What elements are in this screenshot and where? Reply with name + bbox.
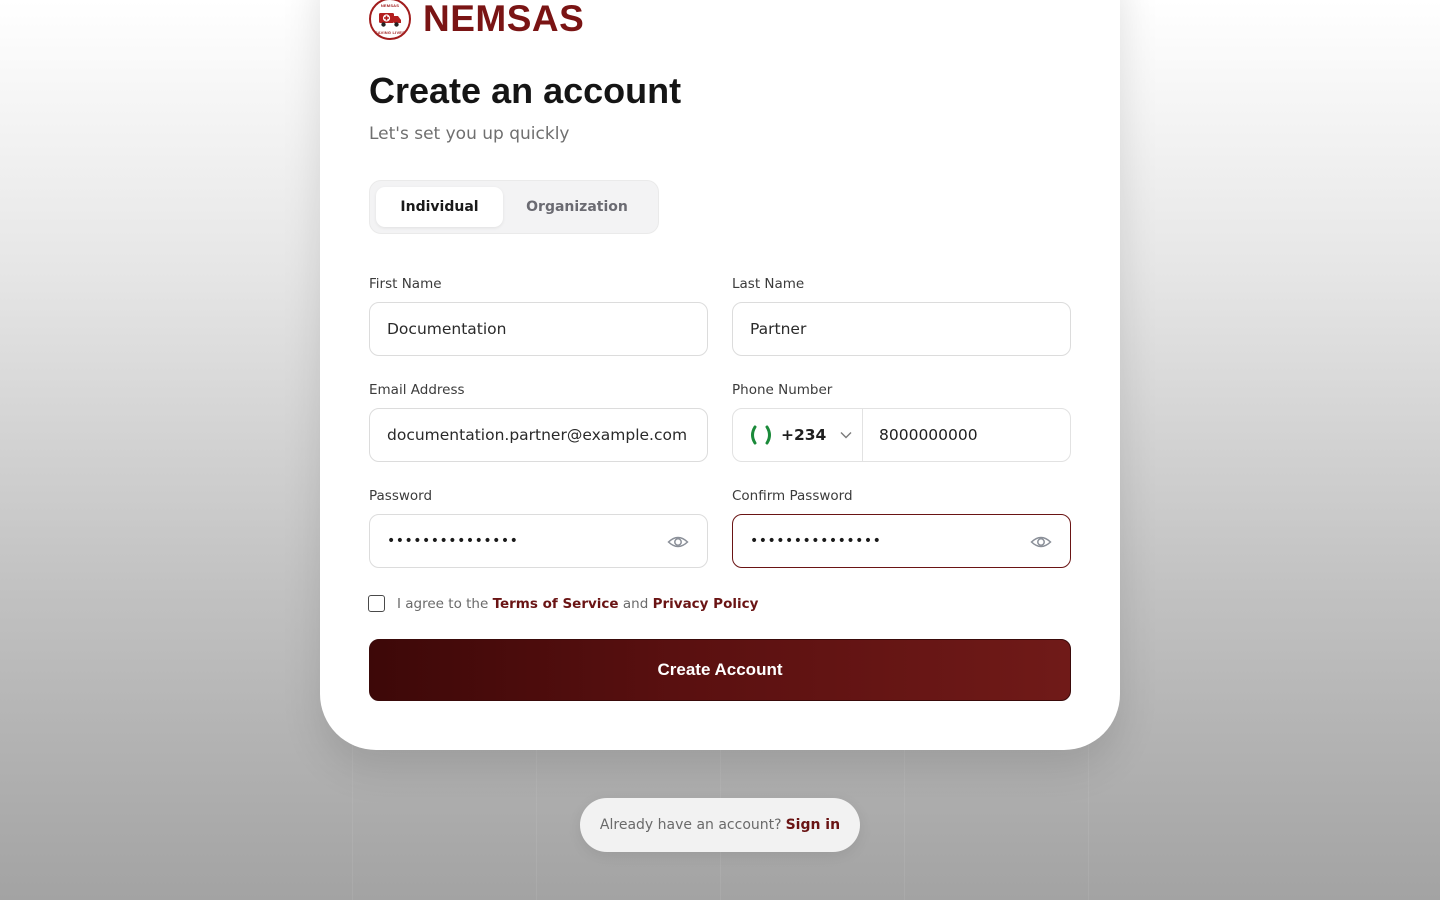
terms-and: and (622, 595, 649, 612)
last-name-value: Partner (750, 320, 807, 338)
tab-individual[interactable]: Individual (376, 187, 503, 227)
confirm-password-value: ••••••••••••••• (750, 533, 882, 549)
first-name-value: Documentation (387, 320, 507, 338)
signin-prompt: Already have an account? Sign in (580, 798, 860, 852)
nemsas-logo: NEMSAS SAVING LIVES (369, 0, 411, 40)
eye-icon[interactable] (1030, 532, 1052, 552)
brand-name: NEMSAS (423, 0, 585, 39)
country-code: +234 (781, 426, 827, 444)
confirm-password-label: Confirm Password (732, 488, 853, 504)
password-label: Password (369, 488, 433, 504)
email-field[interactable]: documentation.partner@example.com (369, 408, 708, 462)
phone-number-value: 8000000000 (879, 426, 978, 444)
country-code-select[interactable]: +234 (733, 409, 863, 461)
first-name-label: First Name (369, 276, 442, 292)
tab-organization[interactable]: Organization (503, 187, 651, 227)
email-value: documentation.partner@example.com (387, 426, 688, 444)
privacy-policy-link[interactable]: Privacy Policy (653, 596, 759, 612)
sign-in-link[interactable]: Sign in (786, 817, 841, 833)
first-name-field[interactable]: Documentation (369, 302, 708, 356)
create-account-button[interactable]: Create Account (369, 639, 1071, 701)
signup-card: NEMSAS SAVING LIVES NEMSAS Create an acc… (320, 0, 1120, 750)
terms-checkbox[interactable] (368, 595, 385, 612)
email-label: Email Address (369, 382, 465, 398)
terms-text: I agree to the Terms of Service and Priv… (397, 596, 758, 612)
account-type-toggle: Individual Organization (369, 180, 659, 234)
nigeria-flag-icon (749, 425, 773, 445)
brand: NEMSAS SAVING LIVES NEMSAS (369, 0, 584, 40)
phone-label: Phone Number (732, 382, 833, 398)
page-title: Create an account (369, 70, 682, 111)
confirm-password-field[interactable]: ••••••••••••••• (732, 514, 1071, 568)
phone-number-input[interactable]: 8000000000 (863, 409, 1070, 461)
chevron-down-icon (840, 432, 852, 439)
phone-field: +234 8000000000 (732, 408, 1071, 462)
terms-agreement: I agree to the Terms of Service and Priv… (368, 595, 758, 612)
terms-of-service-link[interactable]: Terms of Service (493, 596, 619, 612)
signin-prompt-text: Already have an account? (599, 817, 782, 833)
eye-icon[interactable] (667, 532, 689, 552)
terms-prefix: I agree to the (397, 595, 489, 612)
ambulance-icon (379, 13, 401, 27)
password-value: ••••••••••••••• (387, 533, 519, 549)
page-subtitle: Let's set you up quickly (369, 124, 570, 144)
password-field[interactable]: ••••••••••••••• (369, 514, 708, 568)
last-name-label: Last Name (732, 276, 805, 292)
last-name-field[interactable]: Partner (732, 302, 1071, 356)
